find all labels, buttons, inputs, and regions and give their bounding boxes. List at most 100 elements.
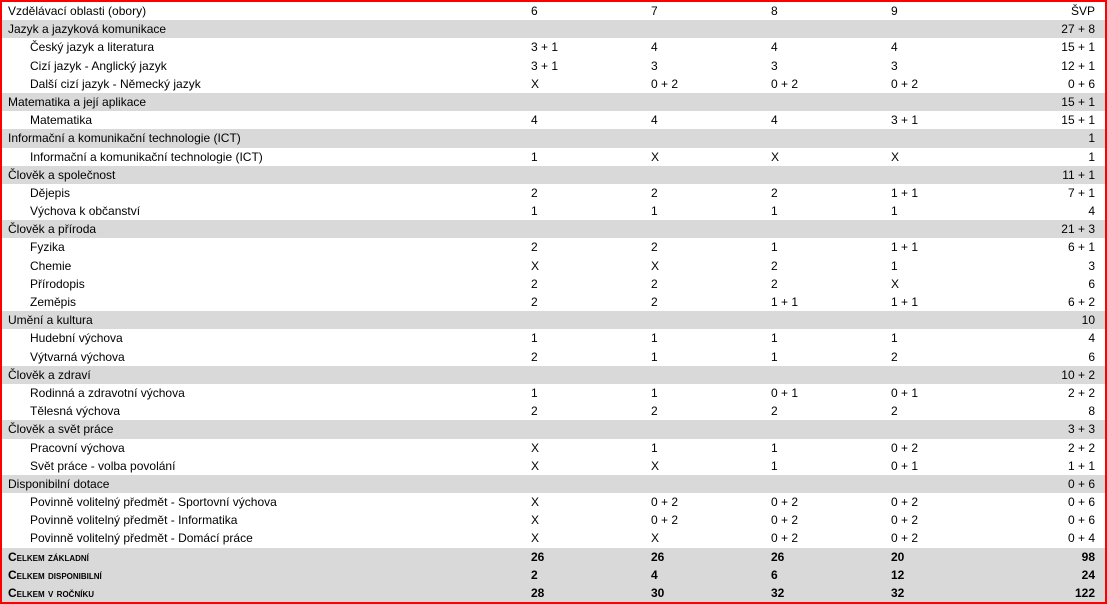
- row-svp: 27 + 8: [1005, 20, 1105, 38]
- row-label: Disponibilní dotace: [2, 475, 525, 493]
- row-label: Zeměpis: [2, 293, 525, 311]
- row-col-2: 0 + 2: [765, 493, 885, 511]
- row-col-3: [885, 420, 1005, 438]
- row-col-0: X: [525, 75, 645, 93]
- row-svp: 3 + 3: [1005, 420, 1105, 438]
- row-label: Český jazyk a literatura: [2, 38, 525, 56]
- row-col-3: [885, 166, 1005, 184]
- row-col-2: 26: [765, 548, 885, 566]
- row-col-1: X: [645, 148, 765, 166]
- row-label: Celkem základní: [2, 548, 525, 566]
- row-col-3: 4: [885, 38, 1005, 56]
- row-col-2: 1 + 1: [765, 293, 885, 311]
- item-row: Svět práce - volba povoláníXX10 + 11 + 1: [2, 457, 1105, 475]
- row-svp: 122: [1005, 584, 1105, 602]
- row-col-1: 2: [645, 275, 765, 293]
- row-col-2: 1: [765, 238, 885, 256]
- row-col-1: 1: [645, 202, 765, 220]
- row-col-1: 0 + 2: [645, 493, 765, 511]
- row-col-2: 4: [765, 111, 885, 129]
- row-svp: 8: [1005, 402, 1105, 420]
- row-svp: 6 + 2: [1005, 293, 1105, 311]
- row-label: Rodinná a zdravotní výchova: [2, 384, 525, 402]
- row-label: Povinně volitelný předmět - Domácí práce: [2, 529, 525, 547]
- row-col-0: 2: [525, 348, 645, 366]
- row-label: Povinně volitelný předmět - Informatika: [2, 511, 525, 529]
- row-svp: 1: [1005, 148, 1105, 166]
- row-col-1: 2: [645, 293, 765, 311]
- row-col-1: [645, 420, 765, 438]
- item-row: Cizí jazyk - Anglický jazyk3 + 133312 + …: [2, 57, 1105, 75]
- row-col-3: 12: [885, 566, 1005, 584]
- row-col-1: 2: [645, 238, 765, 256]
- row-col-1: [645, 220, 765, 238]
- section-row: Informační a komunikační technologie (IC…: [2, 129, 1105, 147]
- row-col-1: [645, 166, 765, 184]
- row-col-0: [525, 166, 645, 184]
- row-col-2: 2: [765, 184, 885, 202]
- row-col-3: X: [885, 148, 1005, 166]
- row-col-2: 4: [765, 38, 885, 56]
- row-svp: 4: [1005, 329, 1105, 347]
- row-col-2: 2: [765, 257, 885, 275]
- row-col-2: [765, 129, 885, 147]
- section-row: Člověk a příroda21 + 3: [2, 220, 1105, 238]
- row-label: Výtvarná výchova: [2, 348, 525, 366]
- header-col-2: 8: [765, 2, 885, 20]
- row-col-0: 2: [525, 238, 645, 256]
- row-col-0: 3 + 1: [525, 57, 645, 75]
- row-svp: 98: [1005, 548, 1105, 566]
- row-col-2: [765, 20, 885, 38]
- row-col-0: [525, 129, 645, 147]
- row-label: Matematika: [2, 111, 525, 129]
- section-row: Matematika a její aplikace15 + 1: [2, 93, 1105, 111]
- row-col-1: X: [645, 457, 765, 475]
- row-svp: 0 + 6: [1005, 75, 1105, 93]
- row-col-0: [525, 420, 645, 438]
- row-col-1: 26: [645, 548, 765, 566]
- row-svp: 24: [1005, 566, 1105, 584]
- row-col-2: 2: [765, 402, 885, 420]
- section-row: Člověk a společnost11 + 1: [2, 166, 1105, 184]
- row-col-2: 1: [765, 329, 885, 347]
- row-svp: 0 + 4: [1005, 529, 1105, 547]
- row-col-3: 2: [885, 402, 1005, 420]
- row-col-3: 0 + 2: [885, 511, 1005, 529]
- row-col-1: 1: [645, 329, 765, 347]
- item-row: Hudební výchova11114: [2, 329, 1105, 347]
- row-col-0: 1: [525, 384, 645, 402]
- row-col-3: 0 + 2: [885, 75, 1005, 93]
- row-col-3: 0 + 2: [885, 529, 1005, 547]
- item-row: Tělesná výchova22228: [2, 402, 1105, 420]
- row-col-2: 0 + 2: [765, 511, 885, 529]
- row-col-2: 6: [765, 566, 885, 584]
- item-row: Povinně volitelný předmět - Domácí práce…: [2, 529, 1105, 547]
- item-row: Fyzika2211 + 16 + 1: [2, 238, 1105, 256]
- row-col-3: 32: [885, 584, 1005, 602]
- row-svp: 1: [1005, 129, 1105, 147]
- row-col-2: X: [765, 148, 885, 166]
- row-col-2: 0 + 2: [765, 529, 885, 547]
- row-label: Celkem v ročníku: [2, 584, 525, 602]
- row-col-0: 2: [525, 184, 645, 202]
- section-row: Disponibilní dotace0 + 6: [2, 475, 1105, 493]
- header-col-1: 7: [645, 2, 765, 20]
- row-col-0: [525, 366, 645, 384]
- item-row: Český jazyk a literatura3 + 144415 + 1: [2, 38, 1105, 56]
- row-col-1: 2: [645, 184, 765, 202]
- row-col-0: [525, 311, 645, 329]
- row-col-3: 2: [885, 348, 1005, 366]
- row-svp: 10 + 2: [1005, 366, 1105, 384]
- row-col-3: [885, 475, 1005, 493]
- row-col-3: 0 + 1: [885, 384, 1005, 402]
- row-col-1: [645, 93, 765, 111]
- item-row: Výchova k občanství11114: [2, 202, 1105, 220]
- row-col-1: X: [645, 257, 765, 275]
- row-col-1: 4: [645, 111, 765, 129]
- row-col-1: 30: [645, 584, 765, 602]
- row-col-1: 3: [645, 57, 765, 75]
- row-col-1: 0 + 2: [645, 511, 765, 529]
- row-col-1: 0 + 2: [645, 75, 765, 93]
- row-col-3: [885, 129, 1005, 147]
- item-row: ChemieXX213: [2, 257, 1105, 275]
